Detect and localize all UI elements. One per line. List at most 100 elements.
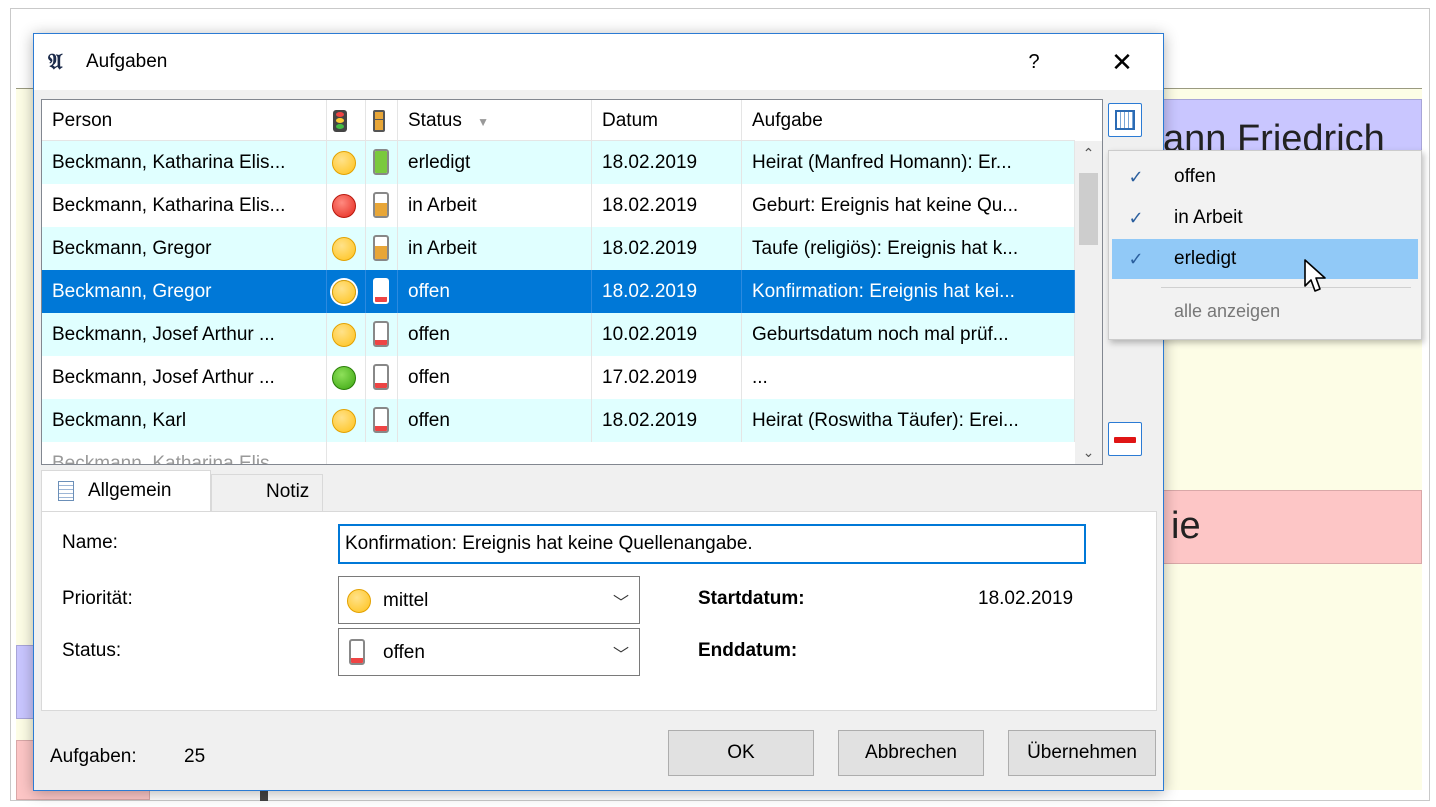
- status-value: offen: [383, 642, 425, 663]
- app-logo-icon: 𝔄: [48, 49, 63, 75]
- apply-button[interactable]: Übernehmen: [1008, 730, 1156, 776]
- task-count-value: 25: [184, 746, 206, 767]
- minus-icon: [1114, 437, 1136, 443]
- ok-button[interactable]: OK: [668, 730, 814, 776]
- checkmark-icon: ✓: [1128, 167, 1144, 187]
- start-date-value: 18.02.2019: [978, 588, 1074, 609]
- close-button[interactable]: ✕: [1102, 44, 1142, 80]
- cancel-button[interactable]: Abbrechen: [838, 730, 984, 776]
- status-filter-menu: ✓ offen ✓ in Arbeit ✓ erledigt alle anzeigen: [1108, 150, 1422, 340]
- name-field[interactable]: Konfirmation: Ereignis hat keine Quellen…: [338, 524, 1086, 564]
- background-person-box-2-label: ie: [1171, 505, 1201, 547]
- priority-yellow-icon: [332, 280, 356, 304]
- priority-select[interactable]: mittel ﹀: [338, 576, 640, 624]
- background-person-box-2[interactable]: ie: [1150, 490, 1422, 564]
- battery-icon: [373, 109, 385, 132]
- cell-person: Beckmann, Karl: [42, 399, 327, 442]
- scroll-down-arrow-icon[interactable]: ⌄: [1075, 440, 1102, 464]
- cell-status: erledigt: [398, 141, 592, 184]
- tab-general[interactable]: Allgemein: [41, 470, 211, 512]
- cell-priority: [327, 356, 366, 399]
- column-header-progress[interactable]: [366, 100, 398, 141]
- task-list-scrollbar[interactable]: ⌃ ⌄: [1075, 141, 1102, 464]
- cell-task: Heirat (Roswitha Täufer): Erei...: [742, 399, 1075, 442]
- cell-task: Taufe (religiös): Ereignis hat k...: [742, 227, 1075, 270]
- priority-medium-icon: [347, 589, 371, 613]
- tab-note[interactable]: Notiz: [211, 474, 323, 512]
- sort-descending-icon: ▼: [477, 115, 490, 129]
- table-row[interactable]: Beckmann, Gregor offen 18.02.2019 Konfirmat…: [42, 270, 1075, 313]
- table-row[interactable]: Beckmann, Gregor in Arbeit 18.02.2019 Taufe…: [42, 227, 1075, 270]
- document-icon: [58, 480, 74, 501]
- cell-priority: [327, 184, 366, 227]
- cell-task: Konfirmation: Ereignis hat kei...: [742, 270, 1075, 313]
- cell-date: 17.02.2019: [592, 356, 742, 399]
- cell-person: Beckmann, Gregor: [42, 227, 327, 270]
- column-header-task[interactable]: Aufgabe: [742, 100, 1075, 141]
- table-row[interactable]: Beckmann, Katharina Elis... in Arbeit 18.0…: [42, 184, 1075, 227]
- column-header-date[interactable]: Datum: [592, 100, 742, 141]
- table-row[interactable]: Beckmann, Karl offen 18.02.2019 Heirat (Ros…: [42, 399, 1075, 442]
- priority-yellow-icon: [332, 237, 356, 261]
- column-header-person[interactable]: Person: [42, 100, 327, 141]
- chevron-down-icon: ﹀: [612, 595, 629, 612]
- filter-menu-item[interactable]: ✓ offen: [1112, 157, 1418, 197]
- column-header-priority[interactable]: [327, 100, 366, 141]
- cell-priority: [327, 313, 366, 356]
- priority-value: mittel: [383, 590, 429, 611]
- chevron-down-icon: ﹀: [612, 647, 629, 664]
- battery-empty-icon: [373, 407, 389, 433]
- cell-person: Beckmann, Josef Arthur ...: [42, 356, 327, 399]
- tab-general-label: Allgemein: [88, 480, 172, 501]
- filter-menu-item[interactable]: ✓ erledigt: [1112, 239, 1418, 279]
- filter-menu-item-label: erledigt: [1174, 248, 1237, 269]
- cell-status: offen: [398, 399, 592, 442]
- cell-date: 18.02.2019: [592, 141, 742, 184]
- cell-date: 18.02.2019: [592, 270, 742, 313]
- status-select[interactable]: offen ﹀: [338, 628, 640, 676]
- general-panel: Name: Konfirmation: Ereignis hat keine Q…: [41, 511, 1157, 711]
- scroll-up-arrow-icon[interactable]: ⌃: [1075, 141, 1102, 165]
- cell-status: in Arbeit: [398, 184, 592, 227]
- filter-menu-item[interactable]: ✓ in Arbeit: [1112, 198, 1418, 238]
- start-date-label: Startdatum:: [698, 588, 805, 609]
- priority-yellow-icon: [332, 151, 356, 175]
- cell-person: Beckmann, Katharina Elis...: [42, 141, 327, 184]
- cell-person: Beckmann, Katharina Elis...: [42, 184, 327, 227]
- calendar-icon: [1115, 110, 1135, 130]
- scroll-thumb[interactable]: [1079, 173, 1098, 245]
- cell-priority: [327, 270, 366, 313]
- task-list-header: Person Status ▼ Datum Aufgabe: [42, 100, 1075, 141]
- status-label: Status:: [62, 640, 122, 661]
- priority-green-icon: [332, 366, 356, 390]
- battery-half-icon: [373, 192, 389, 218]
- cell-date: 18.02.2019: [592, 227, 742, 270]
- cell-status: offen: [398, 313, 592, 356]
- task-list[interactable]: Person Status ▼ Datum Aufgabe Beckmann, …: [41, 99, 1103, 465]
- dialog-title: Aufgaben: [86, 51, 168, 72]
- title-bar[interactable]: 𝔄 Aufgaben ? ✕: [34, 34, 1163, 90]
- table-row[interactable]: Beckmann, Katharina Elis... erledigt 18.02…: [42, 141, 1075, 184]
- cell-priority: [327, 141, 366, 184]
- cell-date: 18.02.2019: [592, 184, 742, 227]
- checkmark-icon: ✓: [1128, 249, 1144, 269]
- remove-task-button[interactable]: [1108, 422, 1142, 456]
- help-button[interactable]: ?: [1014, 44, 1054, 80]
- cell-priority: [327, 227, 366, 270]
- cell-progress: [366, 313, 398, 356]
- cell-progress: [366, 227, 398, 270]
- detail-tabs: Allgemein Notiz: [41, 470, 1157, 512]
- table-row[interactable]: Beckmann, Josef Arthur ... offen 17.02.201…: [42, 356, 1075, 399]
- cell-progress: [366, 356, 398, 399]
- cell-person: Beckmann, Josef Arthur ...: [42, 313, 327, 356]
- filter-status-button[interactable]: [1108, 103, 1142, 137]
- cell-status: offen: [398, 356, 592, 399]
- priority-label: Priorität:: [62, 588, 133, 609]
- column-header-status[interactable]: Status ▼: [398, 100, 592, 141]
- table-row[interactable]: Beckmann, Katharina Elis...: [42, 442, 1075, 464]
- priority-red-icon: [332, 194, 356, 218]
- name-label: Name:: [62, 532, 118, 553]
- show-all-item[interactable]: alle anzeigen: [1174, 301, 1280, 322]
- table-row[interactable]: Beckmann, Josef Arthur ... offen 10.02.201…: [42, 313, 1075, 356]
- filter-menu-item-label: offen: [1174, 166, 1216, 187]
